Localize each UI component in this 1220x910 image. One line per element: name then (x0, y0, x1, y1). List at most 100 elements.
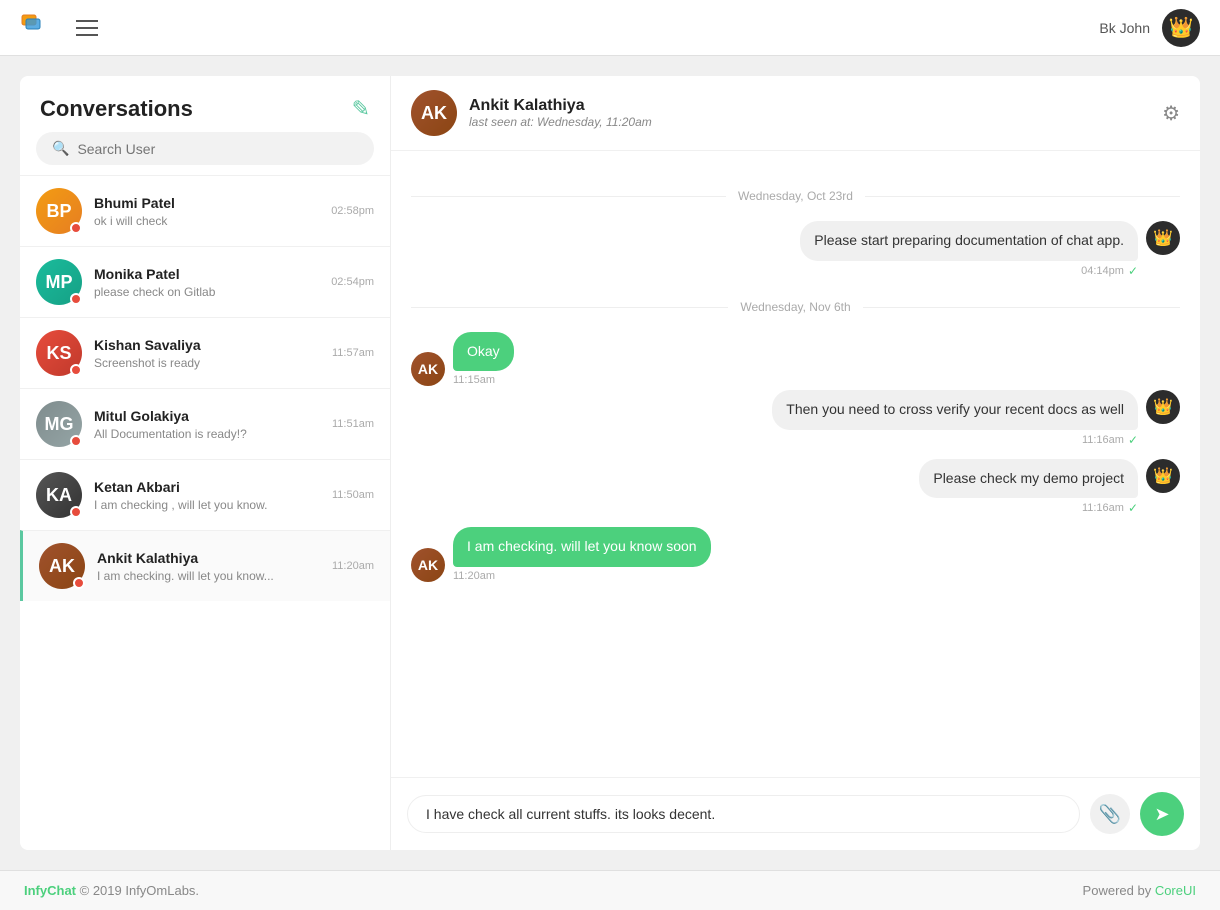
sender-avatar: 👑 (1146, 221, 1180, 255)
conv-preview: Screenshot is ready (94, 356, 324, 370)
list-item[interactable]: AK Ankit Kalathiya I am checking. will l… (20, 530, 390, 601)
avatar-wrap: MP (36, 259, 82, 305)
list-item[interactable]: MP Monika Patel please check on Gitlab 0… (20, 246, 390, 317)
message-row: Please start preparing documentation of … (411, 221, 1180, 278)
conv-name: Ankit Kalathiya (97, 550, 324, 566)
online-indicator (70, 506, 82, 518)
list-item[interactable]: KS Kishan Savaliya Screenshot is ready 1… (20, 317, 390, 388)
conv-info: Ankit Kalathiya I am checking. will let … (97, 550, 324, 583)
search-input[interactable] (77, 141, 358, 157)
footer-coreui: CoreUI (1155, 883, 1196, 898)
message-avatar: AK (411, 548, 445, 582)
chat-contact-status: last seen at: Wednesday, 11:20am (469, 115, 1162, 129)
conv-name: Ketan Akbari (94, 479, 324, 495)
date-label: Wednesday, Nov 6th (728, 300, 862, 314)
sidebar-title: Conversations (40, 96, 193, 122)
crown-icon: 👑 (1169, 15, 1194, 40)
avatar-wrap: MG (36, 401, 82, 447)
avatar-wrap: AK (39, 543, 85, 589)
message-row: Please check my demo project 11:16am ✓ 👑 (411, 459, 1180, 516)
message-bubble-wrap: Please start preparing documentation of … (800, 221, 1138, 278)
sender-avatar: 👑 (1146, 390, 1180, 424)
sidebar-header: Conversations ✎ (20, 76, 390, 132)
message-meta: 11:15am (453, 374, 495, 386)
chat-header-info: Ankit Kalathiya last seen at: Wednesday,… (469, 97, 1162, 129)
conv-name: Kishan Savaliya (94, 337, 324, 353)
message-bubble: Please start preparing documentation of … (800, 221, 1138, 261)
footer-left: InfyChat © 2019 InfyOmLabs. (24, 883, 199, 898)
paperclip-icon: 📎 (1099, 804, 1121, 825)
conv-info: Ketan Akbari I am checking , will let yo… (94, 479, 324, 512)
chat-contact-avatar: AK (411, 90, 457, 136)
conv-preview: I am checking. will let you know... (97, 569, 324, 583)
user-avatar[interactable]: 👑 (1162, 9, 1200, 47)
chat-header: AK Ankit Kalathiya last seen at: Wednesd… (391, 76, 1200, 151)
list-item[interactable]: MG Mitul Golakiya All Documentation is r… (20, 388, 390, 459)
logo-icon[interactable] (20, 11, 56, 44)
conv-time: 11:51am (332, 418, 374, 430)
date-divider: Wednesday, Oct 23rd (411, 187, 1180, 205)
footer-copy: © 2019 InfyOmLabs. (80, 883, 199, 898)
date-divider: Wednesday, Nov 6th (411, 298, 1180, 316)
message-time: 04:14pm (1081, 265, 1124, 277)
online-indicator (70, 435, 82, 447)
app-footer: InfyChat © 2019 InfyOmLabs. Powered by C… (0, 870, 1220, 910)
send-button[interactable]: ➤ (1140, 792, 1184, 836)
message-bubble: Please check my demo project (919, 459, 1138, 499)
check-icon: ✓ (1128, 501, 1138, 515)
conv-info: Monika Patel please check on Gitlab (94, 266, 323, 299)
search-box[interactable]: 🔍 (36, 132, 374, 165)
message-bubble-wrap: Please check my demo project 11:16am ✓ (919, 459, 1138, 516)
conv-preview: I am checking , will let you know. (94, 498, 324, 512)
compose-icon[interactable]: ✎ (352, 96, 370, 122)
settings-icon[interactable]: ⚙ (1162, 101, 1180, 126)
chat-area: AK Ankit Kalathiya last seen at: Wednesd… (390, 76, 1200, 850)
message-meta: 11:16am ✓ (1082, 433, 1138, 447)
list-item[interactable]: BP Bhumi Patel ok i will check 02:58pm (20, 175, 390, 246)
conversation-list: BP Bhumi Patel ok i will check 02:58pm M… (20, 175, 390, 850)
conv-time: 11:50am (332, 489, 374, 501)
sidebar: Conversations ✎ 🔍 BP Bhumi Patel ok i wi… (20, 76, 390, 850)
conv-preview: ok i will check (94, 214, 323, 228)
app-header: Bk John 👑 (0, 0, 1220, 56)
sender-avatar: 👑 (1146, 459, 1180, 493)
header-left (20, 11, 98, 44)
conv-info: Mitul Golakiya All Documentation is read… (94, 408, 324, 441)
message-row: AK I am checking. will let you know soon… (411, 527, 1180, 582)
message-bubble: Then you need to cross verify your recen… (772, 390, 1138, 430)
list-item[interactable]: KA Ketan Akbari I am checking , will let… (20, 459, 390, 530)
conv-time: 02:54pm (331, 276, 374, 288)
hamburger-icon[interactable] (76, 20, 98, 36)
message-row: Then you need to cross verify your recen… (411, 390, 1180, 447)
message-time: 11:16am (1082, 434, 1124, 446)
header-username: Bk John (1099, 20, 1150, 36)
conv-preview: please check on Gitlab (94, 285, 323, 299)
conv-name: Mitul Golakiya (94, 408, 324, 424)
conv-name: Bhumi Patel (94, 195, 323, 211)
check-icon: ✓ (1128, 433, 1138, 447)
search-icon: 🔍 (52, 140, 69, 157)
message-meta: 11:20am (453, 570, 495, 582)
main-content: Conversations ✎ 🔍 BP Bhumi Patel ok i wi… (0, 56, 1220, 870)
message-input[interactable] (407, 795, 1080, 833)
conv-time: 11:20am (332, 560, 374, 572)
message-bubble-wrap: Then you need to cross verify your recen… (772, 390, 1138, 447)
message-meta: 04:14pm ✓ (1081, 264, 1138, 278)
message-time: 11:15am (453, 374, 495, 386)
message-bubble: I am checking. will let you know soon (453, 527, 711, 567)
conv-time: 02:58pm (331, 205, 374, 217)
avatar-wrap: KS (36, 330, 82, 376)
header-right: Bk John 👑 (1099, 9, 1200, 47)
conv-preview: All Documentation is ready!? (94, 427, 324, 441)
message-time: 11:16am (1082, 502, 1124, 514)
message-row: AK Okay 11:15am (411, 332, 1180, 387)
message-time: 11:20am (453, 570, 495, 582)
check-icon: ✓ (1128, 264, 1138, 278)
message-bubble-wrap: I am checking. will let you know soon 11… (453, 527, 711, 582)
online-indicator (70, 222, 82, 234)
attach-button[interactable]: 📎 (1090, 794, 1130, 834)
conv-info: Kishan Savaliya Screenshot is ready (94, 337, 324, 370)
online-indicator (73, 577, 85, 589)
conv-name: Monika Patel (94, 266, 323, 282)
chat-input-area: 📎 ➤ (391, 777, 1200, 850)
